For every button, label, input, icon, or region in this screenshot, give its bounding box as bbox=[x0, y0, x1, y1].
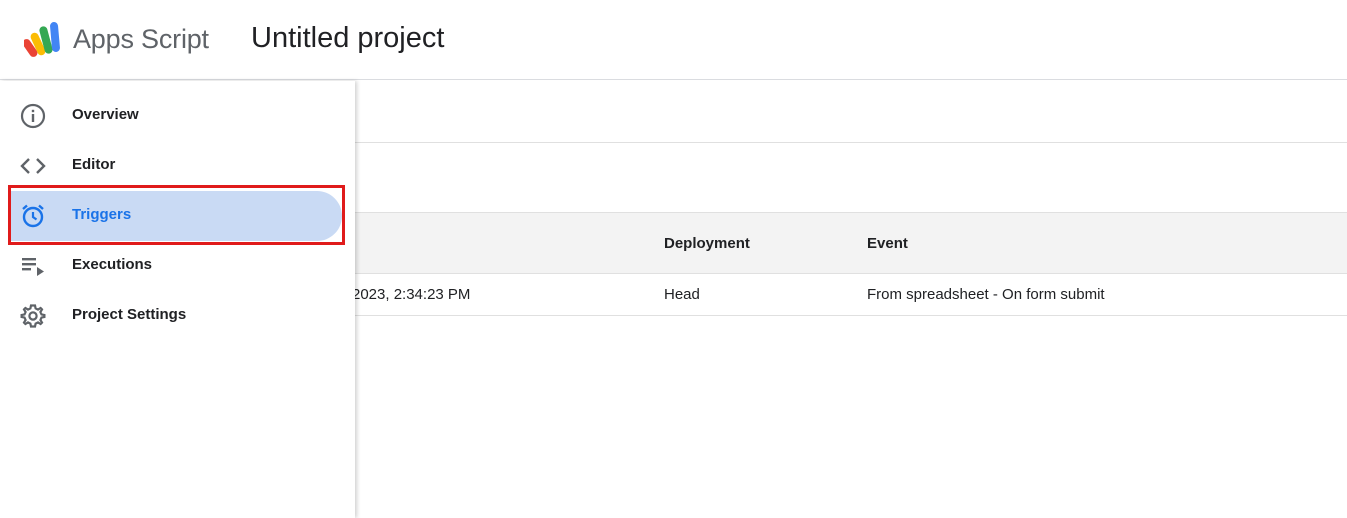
cell-event: From spreadsheet - On form submit bbox=[867, 286, 1105, 303]
sidebar-item-overview[interactable]: Overview bbox=[8, 91, 342, 141]
sidebar-item-label: Project Settings bbox=[72, 306, 187, 323]
sidebar-nav: Overview Editor Triggers Executions Proj… bbox=[0, 81, 355, 518]
gear-icon bbox=[20, 304, 46, 328]
info-icon bbox=[20, 103, 46, 129]
app-header: Apps Script Untitled project bbox=[0, 0, 1347, 80]
column-header-deployment[interactable]: Deployment bbox=[664, 235, 750, 252]
cell-last-run: 2023, 2:34:23 PM bbox=[352, 286, 471, 303]
cell-deployment: Head bbox=[664, 286, 700, 303]
executions-list-icon bbox=[22, 258, 44, 276]
sidebar-item-label: Editor bbox=[72, 156, 116, 173]
sidebar-item-label: Overview bbox=[72, 106, 139, 123]
code-icon bbox=[20, 158, 46, 174]
sidebar-item-editor[interactable]: Editor bbox=[8, 141, 342, 191]
sidebar-item-project-settings[interactable]: Project Settings bbox=[8, 291, 342, 341]
column-header-event[interactable]: Event bbox=[867, 235, 908, 252]
highlight-annotation bbox=[8, 185, 345, 245]
project-title[interactable]: Untitled project bbox=[251, 22, 444, 55]
apps-script-logo-icon[interactable] bbox=[24, 20, 66, 60]
sidebar-item-executions[interactable]: Executions bbox=[8, 241, 342, 291]
sidebar-item-label: Executions bbox=[72, 256, 153, 273]
app-name: Apps Script bbox=[73, 24, 209, 54]
